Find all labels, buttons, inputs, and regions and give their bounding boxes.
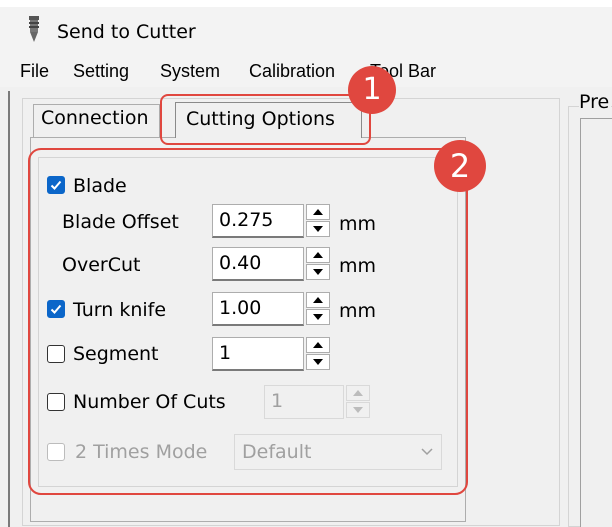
menu-file[interactable]: File: [20, 59, 49, 83]
menu-bar: File Setting System Calibration Tool Bar: [0, 55, 612, 87]
tab-connection-label: Connection: [41, 107, 149, 129]
window-left-border: [8, 91, 10, 527]
preview-label: Pre: [579, 90, 612, 114]
title-bar: Send to Cutter: [0, 7, 612, 55]
menu-system[interactable]: System: [160, 59, 220, 83]
annotation-badge-1: 1: [348, 66, 396, 114]
menu-calibration[interactable]: Calibration: [249, 59, 335, 83]
window-title: Send to Cutter: [57, 21, 196, 43]
tab-connection[interactable]: Connection: [33, 104, 160, 137]
menu-setting[interactable]: Setting: [73, 59, 129, 83]
preview-canvas: [580, 118, 612, 527]
cutter-pen-icon: [29, 16, 39, 42]
top-band: [0, 0, 612, 7]
annotation-badge-2: 2: [434, 140, 486, 192]
highlight-cutting-options-group: [28, 148, 468, 495]
highlight-cutting-options-tab: [160, 94, 371, 145]
